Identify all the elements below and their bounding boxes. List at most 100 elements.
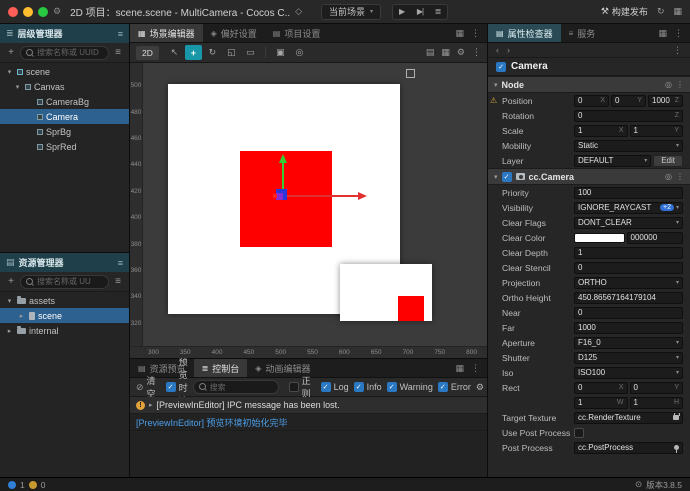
assets-item-assets[interactable]: ▾ assets [0,293,129,308]
rotate-tool-button[interactable] [204,45,221,60]
target-texture-field[interactable]: cc.RenderTexture [574,411,683,424]
scale-x-input[interactable]: 1X [574,124,628,137]
help-icon[interactable] [665,80,672,89]
history-back-icon[interactable] [496,45,499,55]
near-input[interactable]: 0 [574,306,683,319]
help-icon[interactable] [665,172,672,181]
expand-arrow-icon[interactable]: ▸ [5,327,14,335]
section-menu-icon[interactable] [676,80,684,89]
position-z-input[interactable]: 1000 Z [648,94,683,107]
assets-search-input[interactable] [37,277,103,286]
panel-menu-icon[interactable] [118,258,123,268]
expand-arrow-icon[interactable]: ▾ [5,68,14,76]
create-node-button[interactable] [5,47,17,58]
current-scene-dropdown[interactable]: 当前场景 [321,3,382,20]
ortho-height-input[interactable]: 450.86567164179104 [574,291,683,304]
scene-view[interactable]: 500 480 460 440 420 400 380 360 340 320 … [130,63,487,358]
panel-layout-icon[interactable] [455,363,464,374]
panel-more-icon[interactable] [471,363,480,374]
tab-inspector[interactable]: 属性检查器 [488,24,561,42]
hierarchy-item-scene[interactable]: ▾ scene [0,64,129,79]
mobility-dropdown[interactable]: Static [574,139,683,152]
console-message-info[interactable]: [PreviewInEditor] 预览环境初始化完毕 [130,414,487,431]
panel-layout-icon[interactable] [455,28,464,39]
tab-scene-editor[interactable]: 场景编辑器 [130,24,203,42]
console-search-input[interactable] [209,382,273,392]
clear-flags-dropdown[interactable]: DONT_CLEAR [574,216,683,229]
mode-2d-button[interactable]: 2D [136,45,159,60]
checkbox[interactable] [353,382,364,392]
layout-icon[interactable] [673,6,682,17]
play-button[interactable] [393,7,411,16]
hierarchy-item-canvas[interactable]: ▾ Canvas [0,79,129,94]
warning-count-icon[interactable] [28,480,37,489]
rotation-z-input[interactable]: 0Z [574,109,683,122]
rect-w-input[interactable]: 1W [574,396,628,409]
rect-x-input[interactable]: 0X [574,381,628,394]
create-asset-button[interactable] [5,276,17,287]
checkbox[interactable] [165,382,176,392]
build-button[interactable]: 构建发布 [601,5,648,18]
aperture-dropdown[interactable]: F16_0 [574,336,683,349]
console-message-warning[interactable]: [PreviewInEditor] IPC message has been l… [130,397,487,414]
hierarchy-item-camera[interactable]: Camera [0,109,129,124]
expand-arrow-icon[interactable] [149,401,153,409]
scale-y-input[interactable]: 1Y [629,124,683,137]
hierarchy-filter-icon[interactable] [112,47,124,58]
assets-search[interactable] [20,274,109,289]
expand-arrow-icon[interactable]: ▾ [13,83,22,91]
rect-y-input[interactable]: 0Y [629,381,683,394]
gear-icon[interactable] [457,47,465,58]
tab-console[interactable]: 控制台 [193,359,248,377]
filter-warning-toggle[interactable]: Warning [386,382,433,392]
checkbox[interactable] [288,382,299,392]
collapse-arrow-icon[interactable] [494,81,498,89]
assets-item-internal[interactable]: ▸ internal [0,323,129,338]
rect-h-input[interactable]: 1H [629,396,683,409]
grid-settings-icon[interactable] [426,47,435,58]
clear-depth-input[interactable]: 1 [574,246,683,259]
rect-tool-button[interactable] [242,45,259,60]
hierarchy-item-sprbg[interactable]: SprBg [0,124,129,139]
history-forward-icon[interactable] [507,45,510,55]
move-tool-button[interactable] [184,45,202,60]
coord-toggle-button[interactable] [291,45,308,60]
expand-arrow-icon[interactable]: ▸ [17,312,26,320]
projection-dropdown[interactable]: ORTHO [574,276,683,289]
hierarchy-search-input[interactable] [37,48,103,57]
console-settings-icon[interactable] [476,382,484,393]
refresh-icon[interactable] [657,6,665,17]
info-count-icon[interactable] [8,480,16,489]
filter-log-toggle[interactable]: Log [320,382,349,392]
zoom-button[interactable] [38,6,48,17]
view-settings-icon[interactable] [441,47,450,58]
panel-more-icon[interactable] [471,28,480,39]
scale-tool-button[interactable] [223,45,240,60]
priority-input[interactable]: 100 [574,186,683,199]
gizmo-center-handle[interactable] [276,193,283,200]
tab-preferences[interactable]: 偏好设置 [203,24,265,42]
pivot-toggle-button[interactable] [272,45,289,60]
expand-arrow-icon[interactable]: ▾ [5,297,14,305]
gizmo-x-axis[interactable] [285,195,358,197]
clear-stencil-input[interactable]: 0 [574,261,683,274]
panel-layout-icon[interactable] [658,28,667,39]
iso-dropdown[interactable]: ISO100 [574,366,683,379]
color-swatch[interactable] [574,232,625,243]
hierarchy-search[interactable] [20,45,109,60]
assets-filter-icon[interactable] [112,276,124,287]
inspector-more-icon[interactable] [673,45,682,56]
node-active-checkbox[interactable] [496,61,506,72]
hierarchy-header[interactable]: 层级管理器 [0,24,129,43]
panel-menu-icon[interactable] [118,29,123,39]
position-x-input[interactable]: 0X [574,94,609,107]
section-menu-icon[interactable] [676,172,684,181]
checkbox[interactable] [320,382,331,392]
console-search[interactable] [192,380,279,394]
hierarchy-item-sprred[interactable]: SprRed [0,139,129,154]
component-enabled-checkbox[interactable] [501,171,512,182]
filter-error-toggle[interactable]: Error [437,382,471,392]
hierarchy-item-camerabg[interactable]: CameraBg [0,94,129,109]
position-y-input[interactable]: 0Y [611,94,646,107]
post-process-field[interactable]: cc.PostProcess [574,441,683,454]
